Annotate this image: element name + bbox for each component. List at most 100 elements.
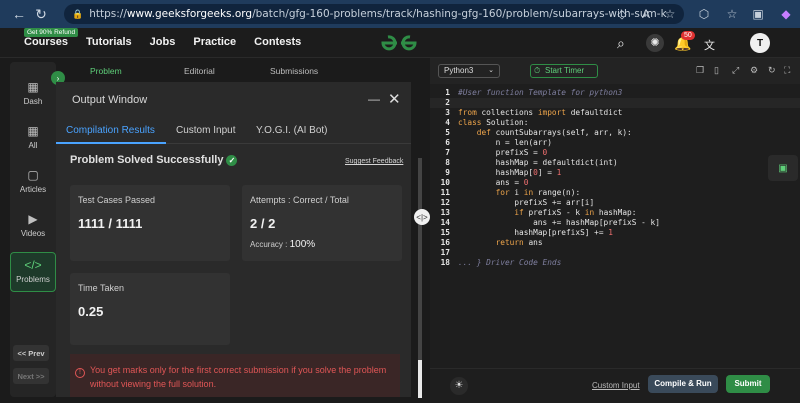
output-window-title: Output Window <box>72 94 148 106</box>
line-number: 3 <box>445 108 450 117</box>
compile-run-button[interactable]: Compile & Run <box>648 375 718 393</box>
grid-icon: ▦ <box>27 124 39 138</box>
favorite-icon[interactable]: ☆ <box>662 6 678 22</box>
code-line[interactable]: 15 hashMap[prefixS] += 1 <box>430 228 800 238</box>
url-text: https://www.geeksforgeeks.org/batch/gfg-… <box>89 8 667 20</box>
sidebar-item-videos[interactable]: ▶ Videos <box>10 212 56 238</box>
tag-icon[interactable]: ◇ <box>614 6 630 22</box>
copilot-icon[interactable]: ◆ <box>778 6 794 22</box>
time-taken-card: Time Taken 0.25 <box>70 273 230 345</box>
menu-practice[interactable]: Practice <box>193 36 236 48</box>
code-line[interactable]: 2 <box>430 98 800 108</box>
menu-contests[interactable]: Contests <box>254 36 301 48</box>
fullscreen-icon[interactable]: ⛶ <box>784 65 790 76</box>
favorites-bar-icon[interactable]: ☆ <box>724 6 740 22</box>
code-icon: </> <box>24 258 42 272</box>
split-screen-icon[interactable]: ▣ <box>750 6 766 22</box>
main-menu: Courses Tutorials Jobs Practice Contests <box>24 36 301 48</box>
language-select[interactable]: Python3 ⌄ <box>438 64 500 78</box>
code-text: ans += hashMap[prefixS - k] <box>533 218 660 227</box>
read-aloud-icon[interactable]: A <box>638 6 654 22</box>
code-line[interactable]: 11 for i in range(n): <box>430 188 800 198</box>
lock-icon: 🔒 <box>72 8 84 19</box>
copy-icon[interactable]: ❐ <box>696 65 704 76</box>
output-tabs: Compilation Results Custom Input Y.O.G.I… <box>56 118 411 144</box>
prev-button[interactable]: << Prev <box>13 345 49 361</box>
browser-window: ← ↻ 🔒 https://www.geeksforgeeks.org/batc… <box>0 0 800 403</box>
chat-icon[interactable]: ▣ <box>768 155 798 181</box>
line-number: 12 <box>440 198 450 207</box>
tab-editorial[interactable]: Editorial <box>184 66 215 76</box>
tab-custom-input[interactable]: Custom Input <box>176 125 235 136</box>
tab-compilation-results[interactable]: Compilation Results <box>66 125 155 136</box>
tab-problem[interactable]: Problem <box>90 66 122 76</box>
code-line[interactable]: 16 return ans <box>430 238 800 248</box>
back-icon[interactable]: ← <box>8 3 30 25</box>
suggest-feedback-link[interactable]: Suggest Feedback <box>345 158 403 165</box>
code-line[interactable]: 9 hashMap[0] = 1 <box>430 168 800 178</box>
code-line[interactable]: 7 prefixS = 0 <box>430 148 800 158</box>
code-line[interactable]: 18 ... } Driver Code Ends <box>430 258 800 268</box>
tab-submissions[interactable]: Submissions <box>270 66 318 76</box>
code-line[interactable]: 3 from collections import defaultdict <box>430 108 800 118</box>
code-line[interactable]: 5 def countSubarrays(self, arr, k): <box>430 128 800 138</box>
reset-icon[interactable]: ↻ <box>768 65 776 76</box>
menu-tutorials[interactable]: Tutorials <box>86 36 132 48</box>
translate-icon[interactable]: 文 <box>704 37 715 53</box>
submit-button[interactable]: Submit <box>726 375 770 393</box>
code-line[interactable]: 6 n = len(arr) <box>430 138 800 148</box>
custom-input-link[interactable]: Custom Input <box>592 381 640 390</box>
code-line[interactable]: 8 hashMap = defaultdict(int) <box>430 158 800 168</box>
code-line[interactable]: 1 #User function Template for python3 <box>430 88 800 98</box>
gfg-logo[interactable] <box>379 34 419 52</box>
time-taken-value: 0.25 <box>78 304 104 319</box>
code-line[interactable]: 17 <box>430 248 800 258</box>
status-message: Problem Solved Successfully ✓ <box>70 154 238 166</box>
code-line[interactable]: 13 if prefixS - k in hashMap: <box>430 208 800 218</box>
sidebar-item-dash[interactable]: ▦ Dash <box>10 80 56 106</box>
menu-jobs[interactable]: Jobs <box>150 36 176 48</box>
code-text: if prefixS - k in hashMap: <box>514 208 637 217</box>
line-number: 7 <box>445 148 450 157</box>
code-text: from collections import defaultdict <box>458 108 623 117</box>
code-line[interactable]: 4 class Solution: <box>430 118 800 128</box>
code-line[interactable]: 14 ans += hashMap[prefixS - k] <box>430 218 800 228</box>
active-tab-indicator <box>56 142 166 144</box>
next-button[interactable]: Next >> <box>13 368 49 384</box>
code-text: return ans <box>495 238 543 247</box>
search-icon[interactable]: ⌕ <box>617 35 625 52</box>
code-text: prefixS = 0 <box>495 148 548 157</box>
line-number: 13 <box>440 208 450 217</box>
sidebar-item-articles[interactable]: ▢ Articles <box>10 168 56 194</box>
sidebar-item-all[interactable]: ▦ All <box>10 124 56 150</box>
attempts-card: Attempts : Correct / Total 2 / 2 Accurac… <box>242 185 402 261</box>
attempts-label: Attempts : Correct / Total <box>250 195 349 205</box>
minimize-icon[interactable]: — <box>368 92 380 106</box>
editor-footer: ☀ Custom Input Compile & Run Submit <box>430 368 800 403</box>
settings-icon[interactable]: ⚙ <box>750 65 758 76</box>
code-line[interactable]: 12 prefixS += arr[i] <box>430 198 800 208</box>
output-scrollbar-thumb[interactable] <box>418 360 422 398</box>
line-number: 11 <box>440 188 450 197</box>
problem-tabs: Problem Editorial Submissions <box>56 62 411 80</box>
code-line[interactable]: 10 ans = 0 <box>430 178 800 188</box>
extensions-icon[interactable]: ⬡ <box>696 6 712 22</box>
reload-icon[interactable]: ↻ <box>30 3 52 25</box>
address-bar[interactable]: 🔒 https://www.geeksforgeeks.org/batch/gf… <box>64 4 684 24</box>
avatar[interactable]: T <box>750 33 770 53</box>
sidebar-item-problems[interactable]: </> Problems <box>10 252 56 292</box>
test-cases-card: Test Cases Passed 1111 / 1111 <box>70 185 230 261</box>
tab-yogi-bot[interactable]: Y.O.G.I. (AI Bot) <box>256 125 328 136</box>
file-icon[interactable]: ▯ <box>714 65 719 76</box>
code-text: class Solution: <box>458 118 529 127</box>
close-icon[interactable]: ✕ <box>388 90 401 108</box>
lightbulb-icon[interactable]: ☀ <box>450 377 468 395</box>
accuracy: Accuracy : 100% <box>250 239 316 250</box>
menu-courses[interactable]: Courses <box>24 36 68 48</box>
code-text: hashMap[prefixS] += 1 <box>514 228 613 237</box>
line-number: 14 <box>440 218 450 227</box>
theme-toggle-icon[interactable]: ✺ <box>646 34 664 52</box>
expand-icon[interactable]: ⤢ <box>732 65 739 76</box>
start-timer-button[interactable]: ⏱ Start Timer <box>530 64 598 78</box>
panel-resize-handle[interactable]: <|> <box>414 209 430 225</box>
